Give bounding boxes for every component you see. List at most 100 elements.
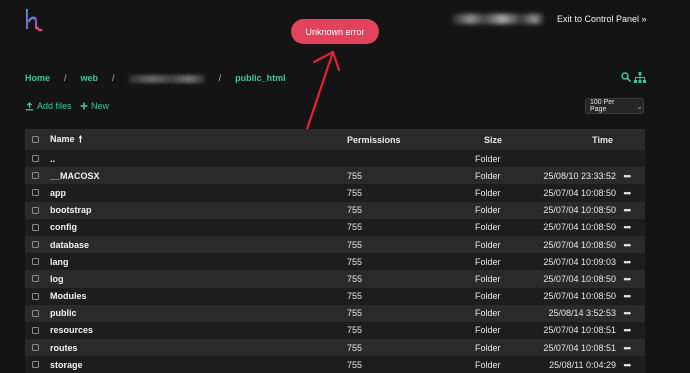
permissions-column-header[interactable]: Permissions [347,135,401,145]
row-checkbox[interactable] [32,361,39,369]
plus-icon [80,102,88,110]
file-size: Folder [475,359,501,370]
table-row[interactable]: __MACOSX 755 Folder 25/08/10 23:33:52 ••• [25,167,645,185]
file-time: 25/07/04 10:08:50 [543,291,616,302]
table-row[interactable]: config 755 Folder 25/07/04 10:08:50 ••• [25,218,645,236]
row-checkbox[interactable] [32,309,39,317]
select-all-checkbox[interactable] [32,136,39,143]
row-checkbox[interactable] [32,189,39,197]
file-permissions[interactable]: 755 [347,222,362,232]
logo-icon[interactable] [22,7,44,33]
more-icon[interactable]: ••• [624,308,632,318]
row-checkbox[interactable] [32,172,39,180]
add-files-label: Add files [37,101,72,111]
file-name[interactable]: config [50,222,77,232]
file-permissions[interactable]: 755 [347,257,362,267]
file-permissions[interactable]: 755 [347,325,362,335]
row-checkbox[interactable] [32,155,39,163]
more-icon[interactable]: ••• [624,240,632,250]
file-time: 25/07/04 10:08:50 [543,222,616,233]
name-column-header[interactable]: Name 🠕 [50,132,82,148]
new-label: New [91,101,110,111]
more-icon[interactable]: ••• [624,291,632,301]
row-checkbox[interactable] [32,292,39,300]
file-size: Folder [475,205,501,216]
row-checkbox[interactable] [32,223,39,231]
file-name[interactable]: database [50,240,89,250]
file-time: 25/07/04 10:08:51 [543,325,616,336]
file-time: 25/08/11 0:04:29 [549,359,616,370]
more-icon[interactable]: ••• [624,188,632,198]
file-time: 25/07/04 10:08:50 [543,239,616,250]
table-row[interactable]: log 755 Folder 25/07/04 10:08:50 ••• [25,270,645,288]
breadcrumb-web[interactable]: web [81,73,99,83]
table-row[interactable]: Modules 755 Folder 25/07/04 10:08:50 ••• [25,287,645,305]
breadcrumb-current-folder[interactable]: public_html [235,73,286,83]
breadcrumb: Home / web / / public_html [25,73,286,83]
size-column-header[interactable]: Size [484,135,502,145]
file-name[interactable]: public [50,308,77,318]
table-row[interactable]: database 755 Folder 25/07/04 10:08:50 ••• [25,235,645,254]
search-icon[interactable] [621,72,631,82]
sitemap-icon[interactable] [634,72,646,83]
breadcrumb-home[interactable]: Home [25,73,50,83]
file-name[interactable]: __MACOSX [50,171,100,181]
row-checkbox[interactable] [32,326,39,334]
more-icon[interactable]: ••• [624,325,632,335]
file-permissions[interactable]: 755 [347,188,362,198]
breadcrumb-redacted[interactable] [128,74,205,83]
file-size: Folder [475,308,501,319]
table-row[interactable]: public 755 Folder 25/08/14 3:52:53 ••• [25,304,645,322]
table-row[interactable]: app 755 Folder 25/07/04 10:08:50 ••• [25,184,645,202]
table-row-parent[interactable]: .. Folder [25,150,645,168]
file-permissions[interactable]: 755 [347,291,362,301]
file-permissions[interactable]: 755 [347,343,362,353]
table-row[interactable]: resources 755 Folder 25/07/04 10:08:51 ••• [25,321,645,340]
row-checkbox[interactable] [32,275,39,283]
table-row[interactable]: routes 755 Folder 25/07/04 10:08:51 ••• [25,339,645,357]
file-time: 25/07/04 10:08:50 [543,273,616,284]
more-icon[interactable]: ••• [624,205,632,215]
file-size: Folder [475,222,501,233]
file-permissions[interactable]: 755 [347,205,362,215]
table-row[interactable]: storage 755 Folder 25/08/11 0:04:29 ••• [25,356,645,373]
file-name[interactable]: bootstrap [50,205,92,215]
file-name[interactable]: lang [50,257,69,267]
exit-control-panel-link[interactable]: Exit to Control Panel » [557,14,647,24]
file-permissions[interactable]: 755 [347,360,362,370]
file-name[interactable]: storage [50,360,83,370]
file-name[interactable]: routes [50,343,78,353]
file-permissions[interactable]: 755 [347,308,362,318]
table-row[interactable]: bootstrap 755 Folder 25/07/04 10:08:50 ••• [25,201,645,219]
file-permissions[interactable]: 755 [347,274,362,284]
file-size: Folder [475,239,501,250]
row-checkbox[interactable] [32,258,39,266]
file-permissions[interactable]: 755 [347,171,362,181]
file-time: 25/08/14 3:52:53 [548,308,616,319]
file-name[interactable]: log [50,274,64,284]
file-time: 25/07/04 10:09:03 [543,256,616,267]
file-size: Folder [475,325,501,336]
new-button[interactable]: New [80,101,109,111]
add-files-button[interactable]: Add files [25,101,72,111]
time-column-header[interactable]: Time [592,135,613,145]
more-icon[interactable]: ••• [624,222,632,232]
more-icon[interactable]: ••• [624,274,632,284]
row-checkbox[interactable] [32,344,39,352]
per-page-select[interactable]: 100 Per Page ⌄ [585,98,644,114]
file-name[interactable]: resources [50,325,93,335]
file-name[interactable]: app [50,188,66,198]
more-icon[interactable]: ••• [624,360,632,370]
file-time: 25/07/04 10:08:50 [543,187,616,198]
file-name[interactable]: Modules [50,291,87,301]
row-checkbox[interactable] [32,206,39,214]
table-row[interactable]: lang 755 Folder 25/07/04 10:09:03 ••• [25,253,645,271]
more-icon[interactable]: ••• [624,343,632,353]
upload-icon [25,101,34,110]
row-checkbox[interactable] [32,241,39,249]
file-permissions[interactable]: 755 [347,240,362,250]
file-name[interactable]: .. [50,154,55,164]
more-icon[interactable]: ••• [624,257,632,267]
more-icon[interactable]: ••• [624,171,632,181]
file-size: Folder [475,291,501,302]
